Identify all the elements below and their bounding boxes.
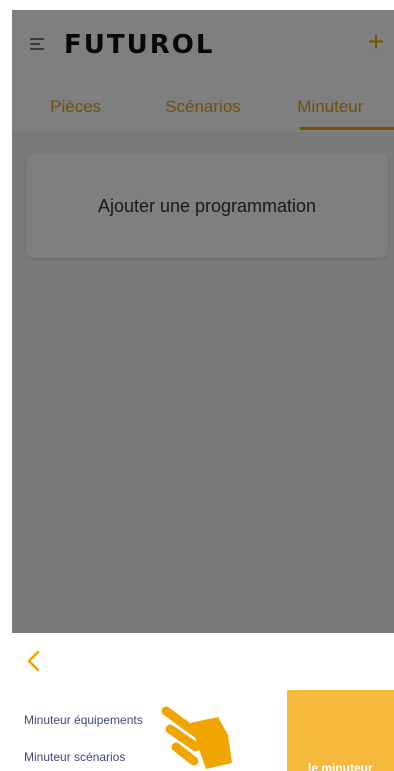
dim-overlay[interactable] — [12, 10, 394, 633]
app-frame: FUTUROL + Pièces Scénarios Minuteur Ajou… — [12, 10, 394, 771]
timer-devices-item[interactable]: Minuteur équipements — [24, 713, 143, 727]
promo-panel — [287, 690, 394, 771]
bottom-sheet: Minuteur équipements Minuteur scénarios … — [12, 633, 394, 771]
pointing-hand-icon — [160, 703, 250, 771]
timer-scenarios-item[interactable]: Minuteur scénarios — [24, 750, 125, 764]
chevron-left-icon[interactable] — [24, 649, 44, 673]
promo-text: le minuteur — [308, 761, 373, 771]
